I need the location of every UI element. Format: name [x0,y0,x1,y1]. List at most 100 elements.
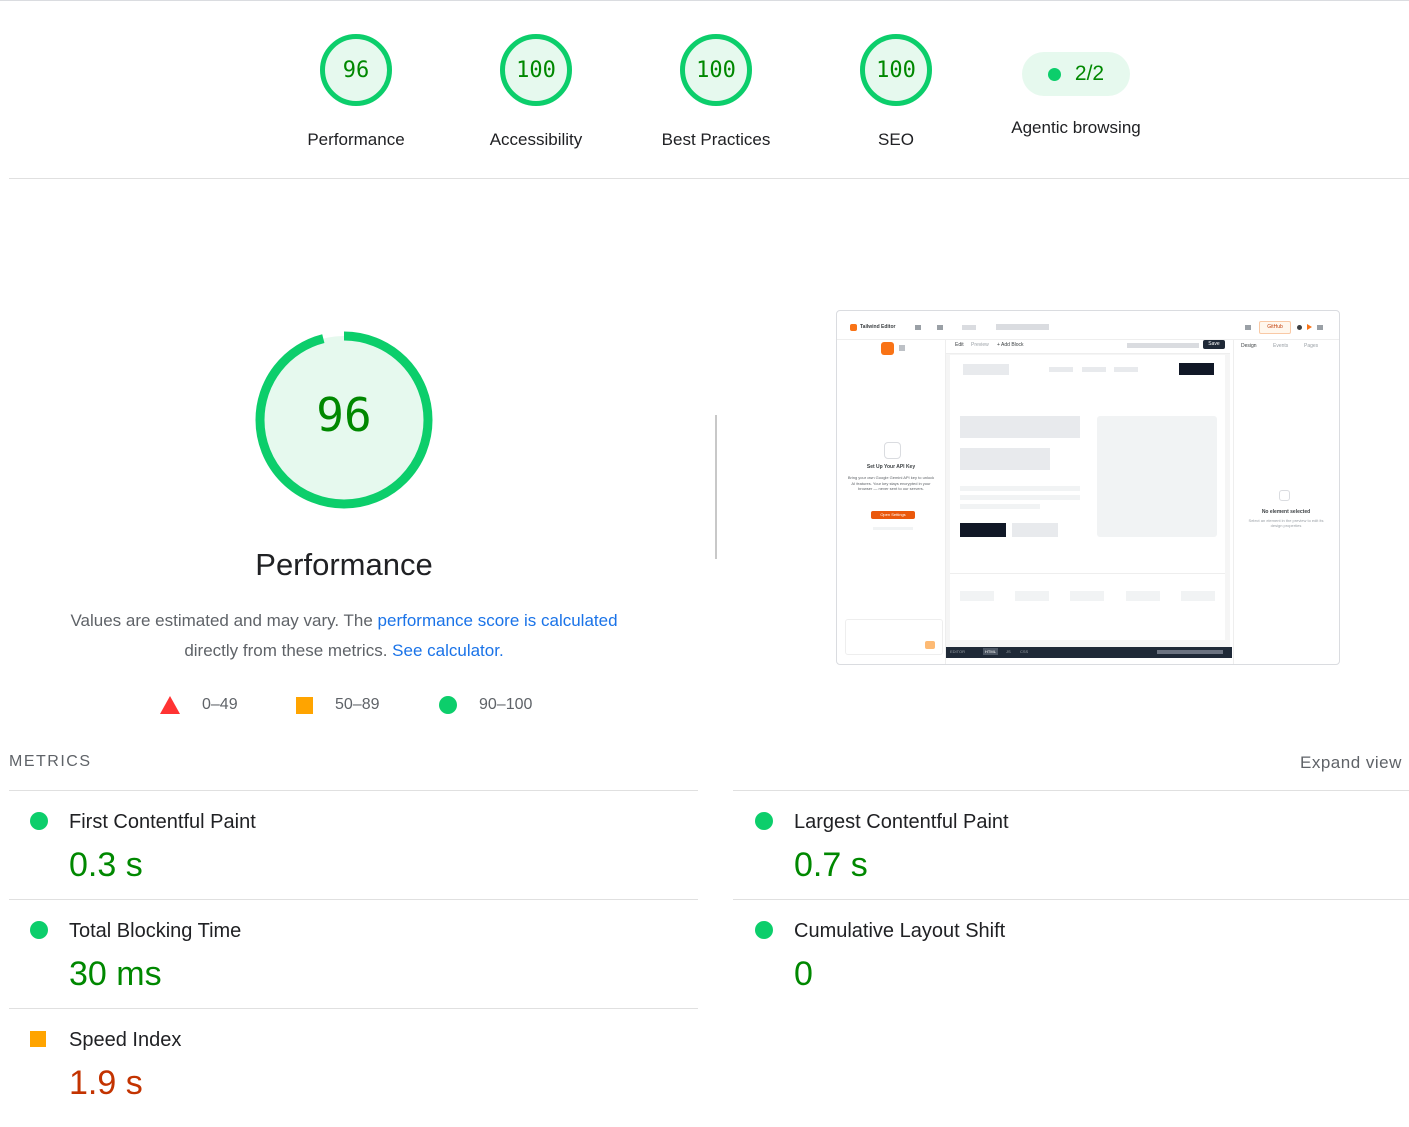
expand-view-toggle[interactable]: Expand view [1300,753,1402,773]
gauge-label: Performance [307,130,405,149]
score-circle: 96 [320,34,392,106]
square-icon [296,696,313,714]
placeholder-logo-strip [1070,591,1104,601]
metric-value: 0.3 s [69,846,143,884]
editor-bar-icons [1157,650,1223,654]
gauge-agentic-browsing[interactable]: 2/2 Agentic browsing [1006,34,1146,138]
send-icon [925,641,935,649]
see-calculator-link[interactable]: See calculator. [392,641,504,660]
metrics-divider [9,790,698,791]
legend-label: 0–49 [202,696,238,713]
add-block: + Add Block [997,342,1024,348]
agentic-value: 2/2 [1074,62,1105,85]
placeholder-nav [1082,367,1106,372]
score-circle: 100 [500,34,572,106]
placeholder-nav [1049,367,1073,372]
vertical-divider [715,415,717,559]
placeholder-text [960,504,1040,509]
metrics-divider [733,899,1409,900]
placeholder-logo-strip [1126,591,1160,601]
final-screenshot-thumbnail[interactable]: Tailwind Editor GitHub Set Up Your API K… [836,310,1340,665]
properties-panel [1233,339,1339,664]
circle-icon [439,696,457,714]
cursor-icon [1279,490,1290,501]
placeholder-nav [1114,367,1138,372]
performance-score: 96 [316,388,372,442]
metric-name: Largest Contentful Paint [794,811,1009,833]
metric-name: Speed Index [69,1029,182,1051]
app-title: Tailwind Editor [860,324,896,330]
placeholder-divider [950,573,1225,574]
css-tab: CSS [1020,649,1029,654]
no-element-title: No element selected [1261,509,1311,515]
metric-value: 0 [794,955,813,993]
placeholder-button [960,523,1006,537]
tab-edit: Edit [955,342,964,348]
menu-icon [915,325,921,330]
pass-circle-icon [755,812,773,830]
api-key-title: Set Up Your API Key [866,464,916,470]
user-icon [1297,325,1302,330]
placeholder-image [1097,416,1217,537]
score-circle: 100 [860,34,932,106]
gauge-seo[interactable]: 100 SEO [826,34,966,150]
placeholder-text [960,486,1080,491]
no-element-description: Select an element in the preview to edit… [1248,518,1324,528]
pass-circle-icon [755,921,773,939]
metric-name: Cumulative Layout Shift [794,920,1006,942]
metrics-divider [9,899,698,900]
description-text: Values are estimated and may vary. The [70,611,378,630]
api-key-description: Bring your own Google Gemini API key to … [847,475,935,491]
metric-name: First Contentful Paint [69,811,256,833]
metric-value: 0.7 s [794,846,868,884]
top-border [0,0,1409,1]
legend-label: 90–100 [479,696,533,713]
placeholder-button [1012,523,1058,537]
canvas-tool-icons [1127,343,1199,348]
ai-sidebar [837,339,946,664]
description-text: directly from these metrics. [184,641,388,660]
get-key-link [873,527,913,530]
gauge-performance[interactable]: 96 Performance [286,34,426,150]
open-settings-button: Open Settings [871,511,915,519]
metrics-divider [9,1008,698,1009]
agentic-pill: 2/2 [1022,52,1130,96]
summary-divider [9,178,1409,179]
upload-icon [937,325,943,330]
save-button: Save [1203,340,1225,349]
placeholder-heading [960,416,1080,438]
metric-value: 1.9 s [69,1064,143,1102]
gauge-label: SEO [878,130,914,149]
placeholder-logo-strip [960,591,994,601]
placeholder-logo [963,364,1009,375]
pass-dot-icon [1047,67,1061,81]
device-icons [996,324,1049,330]
performance-title: Performance [255,547,433,582]
events-tab: Events [1273,343,1289,349]
placeholder-logo-strip [1181,591,1215,601]
placeholder-logo-strip [1015,591,1049,601]
gauge-best-practices[interactable]: 100 Best Practices [646,34,786,150]
play-icon [1307,324,1312,330]
performance-description: Values are estimated and may vary. The p… [44,606,644,666]
score-circle: 100 [680,34,752,106]
score-calculated-link[interactable]: performance score is calculated [378,611,618,630]
editor-label: EDITOR [950,649,966,654]
settings-icon [1245,325,1251,330]
github-button: GitHub [1259,321,1291,334]
legend-pass: 90–100 [439,696,532,714]
key-icon [884,442,901,459]
metrics-divider [733,790,1409,791]
js-tab: JS [1006,649,1011,654]
metrics-title: METRICS [9,753,92,770]
logo-icon [850,324,857,331]
tab-preview: Preview [971,342,989,348]
gauge-label: Best Practices [661,130,771,149]
gauge-accessibility[interactable]: 100 Accessibility [466,34,606,150]
gauge-label: Agentic browsing [1011,118,1141,137]
placeholder-text [960,495,1080,500]
gauge-label: Accessibility [489,130,583,149]
placeholder-heading [960,448,1050,470]
legend-fail: 0–49 [160,696,238,714]
chat-input [845,619,943,655]
